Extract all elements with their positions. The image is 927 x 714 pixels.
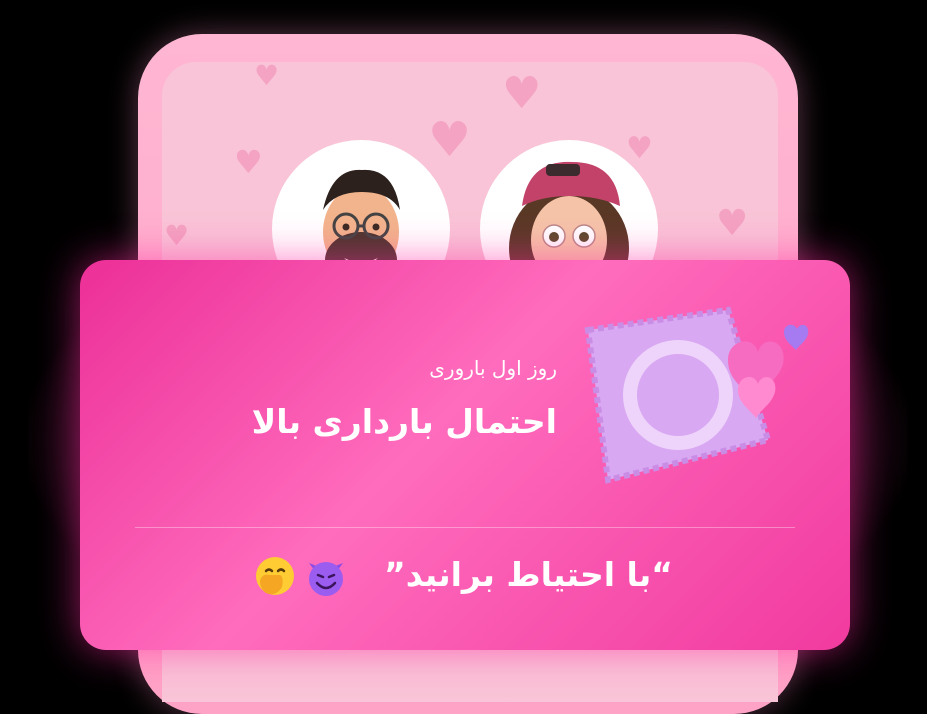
hand-over-mouth-emoji-icon bbox=[256, 557, 294, 595]
condom-hearts-illustration-icon bbox=[584, 306, 809, 484]
heart-icon: ♥ bbox=[164, 219, 190, 252]
heart-icon: ♥ bbox=[428, 112, 472, 168]
fertility-day-label: روز اول باروری bbox=[429, 356, 557, 380]
card-divider bbox=[135, 527, 795, 528]
heart-icon: ♥ bbox=[716, 203, 749, 244]
smiling-devil-emoji-icon bbox=[309, 562, 343, 596]
heart-icon: ♥ bbox=[234, 143, 263, 181]
heart-icon: ♥ bbox=[626, 131, 653, 166]
pregnancy-chance-title: احتمال بارداری بالا bbox=[251, 402, 557, 441]
heart-icon: ♥ bbox=[502, 68, 542, 119]
caution-quote: “با احتیاط برانید” bbox=[384, 555, 673, 594]
heart-icon: ♥ bbox=[254, 59, 280, 92]
